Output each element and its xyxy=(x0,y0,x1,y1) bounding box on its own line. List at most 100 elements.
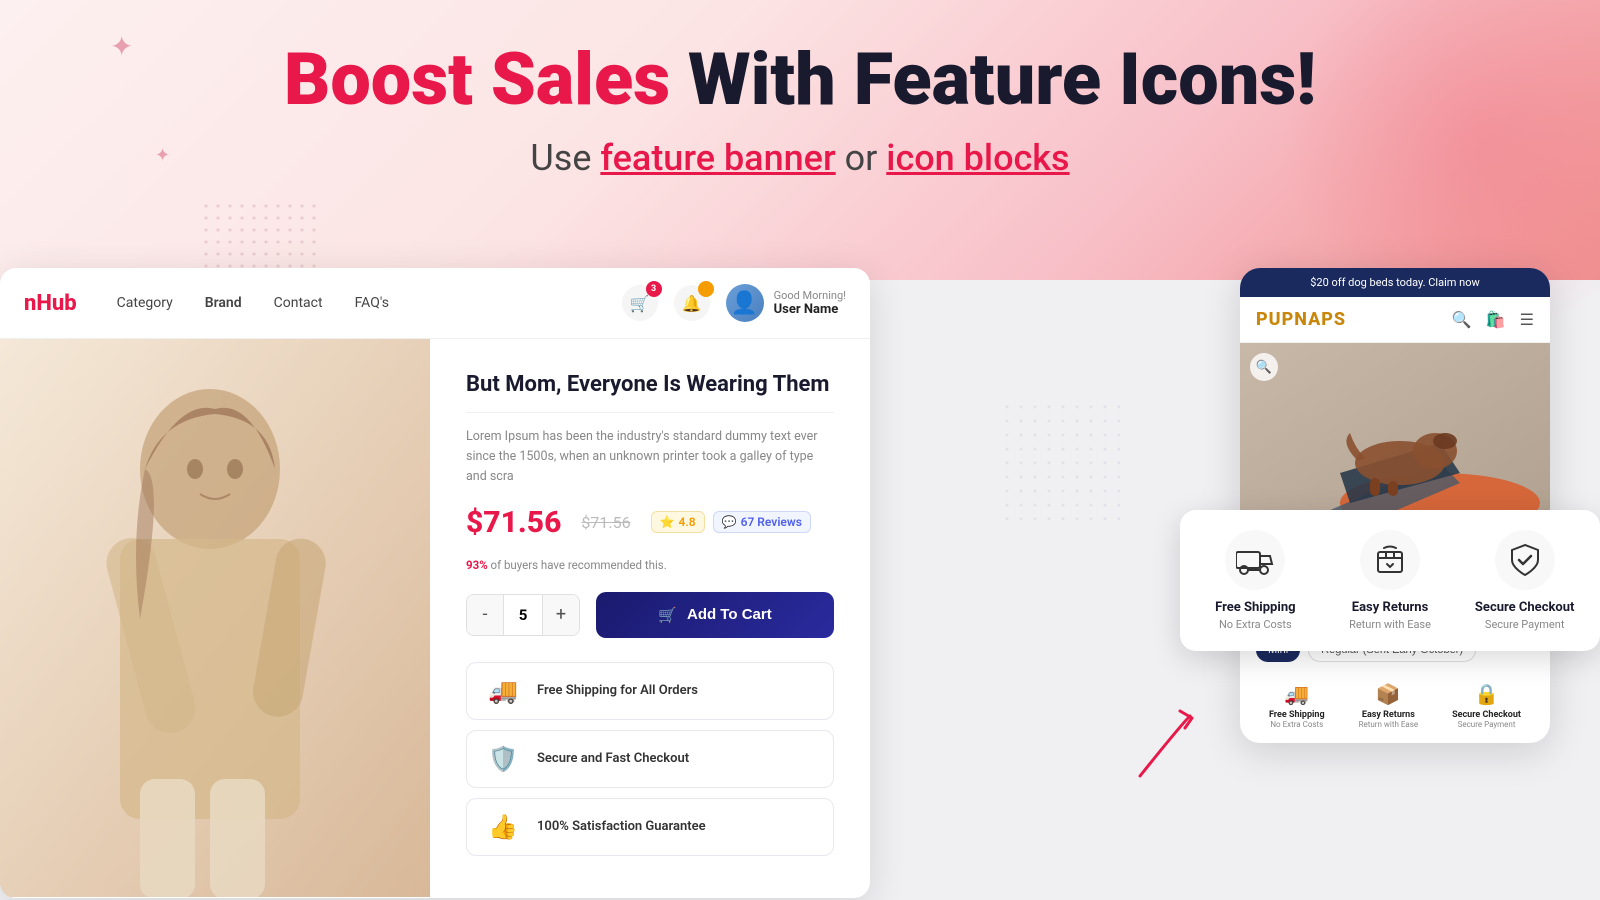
feat-shipping-title: Free Shipping xyxy=(1215,600,1295,615)
feature-item-shipping: 🚚 Free Shipping for All Orders xyxy=(466,662,834,720)
qty-control: - 5 + xyxy=(466,594,580,636)
cart-icon-wrap[interactable]: 🛒 3 xyxy=(622,285,658,321)
feature-item-checkout: 🛡️ Secure and Fast Checkout xyxy=(466,730,834,788)
mobile-logo: PUPNAPS xyxy=(1256,309,1346,330)
mobile-feat-secure: 🔒 Secure Checkout Secure Payment xyxy=(1452,682,1521,729)
nav-bar: nHub Category Brand Contact FAQ's 🛒 3 🔔 … xyxy=(0,268,870,339)
star-icon: ⭐ xyxy=(660,515,675,529)
nav-user: 👤 Good Morning! User Name xyxy=(726,284,846,322)
mobile-feat-shipping-title: Free Shipping xyxy=(1269,710,1325,720)
bell-icon: 🔔 xyxy=(682,294,702,313)
box-icon-svg xyxy=(1372,542,1408,578)
price-original: $71.56 xyxy=(581,513,630,532)
mobile-feat-shipping: 🚚 Free Shipping No Extra Costs xyxy=(1269,682,1325,729)
mobile-promo-bar: $20 off dog beds today. Claim now xyxy=(1240,268,1550,297)
icon-blocks-link[interactable]: icon blocks xyxy=(886,137,1069,179)
mobile-feat-row: 🚚 Free Shipping No Extra Costs 📦 Easy Re… xyxy=(1240,672,1550,743)
feat-returns-subtitle: Return with Ease xyxy=(1349,618,1431,631)
truck-icon-svg xyxy=(1236,544,1274,576)
qty-increase[interactable]: + xyxy=(543,595,579,635)
product-area: But Mom, Everyone Is Wearing Them Lorem … xyxy=(0,339,870,897)
price-row: $71.56 $71.56 ⭐ 4.8 💬 67 Reviews xyxy=(466,505,834,540)
mobile-secure-icon: 🔒 xyxy=(1474,682,1499,706)
title-red: Boost Sales xyxy=(284,37,670,122)
cart-badge: 3 xyxy=(646,281,662,297)
feat-shipping-icon-circle xyxy=(1225,530,1285,590)
checkout-icon: 🛡️ xyxy=(485,745,521,773)
product-title: But Mom, Everyone Is Wearing Them xyxy=(466,371,834,400)
guarantee-icon: 👍 xyxy=(485,813,521,841)
nav-links: Category Brand Contact FAQ's xyxy=(117,295,582,311)
bell-icon-wrap[interactable]: 🔔 xyxy=(674,285,710,321)
feat-col-shipping: Free Shipping No Extra Costs xyxy=(1198,530,1313,631)
rating-wrap: ⭐ 4.8 💬 67 Reviews xyxy=(651,511,811,533)
nav-link-brand[interactable]: Brand xyxy=(205,295,242,311)
feat-secure-icon-circle xyxy=(1495,530,1555,590)
feat-returns-title: Easy Returns xyxy=(1352,600,1428,615)
deco-dots-right xyxy=(1000,400,1120,520)
cart-icon-btn: 🛒 xyxy=(658,606,677,624)
mockup-desktop: nHub Category Brand Contact FAQ's 🛒 3 🔔 … xyxy=(0,268,870,898)
feat-col-secure: Secure Checkout Secure Payment xyxy=(1467,530,1582,631)
main-title: Boost Sales With Feature Icons! xyxy=(0,40,1600,119)
title-dark: With Feature Icons! xyxy=(688,37,1316,122)
mockup-mobile: $20 off dog beds today. Claim now PUPNAP… xyxy=(1240,268,1550,743)
qty-value: 5 xyxy=(503,595,543,635)
qty-decrease[interactable]: - xyxy=(467,595,503,635)
user-greeting: Good Morning! xyxy=(774,289,846,302)
feat-col-returns: Easy Returns Return with Ease xyxy=(1333,530,1448,631)
mobile-feat-returns-title: Easy Returns xyxy=(1362,710,1415,720)
mobile-feat-returns: 📦 Easy Returns Return with Ease xyxy=(1359,682,1419,729)
rating-value: 4.8 xyxy=(679,515,696,529)
mobile-search-icon[interactable]: 🔍 xyxy=(1452,310,1472,329)
price-current: $71.56 xyxy=(466,505,561,540)
mobile-shipping-icon: 🚚 xyxy=(1284,682,1309,706)
reviews-badge[interactable]: 💬 67 Reviews xyxy=(713,511,811,533)
zoom-button[interactable]: 🔍 xyxy=(1250,353,1278,381)
rating-badge: ⭐ 4.8 xyxy=(651,511,705,533)
header-section: Boost Sales With Feature Icons! Use feat… xyxy=(0,40,1600,179)
qty-row: - 5 + 🛒 Add To Cart xyxy=(466,592,834,638)
feature-guarantee-text: 100% Satisfaction Guarantee xyxy=(537,819,706,834)
arrow-decoration xyxy=(1120,706,1210,800)
nav-link-contact[interactable]: Contact xyxy=(274,295,323,311)
mobile-nav: PUPNAPS 🔍 🛍️ ☰ xyxy=(1240,297,1550,343)
nav-logo: nHub xyxy=(24,291,77,316)
recommend-text: 93% of buyers have recommended this. xyxy=(466,558,834,572)
feat-returns-icon-circle xyxy=(1360,530,1420,590)
chat-icon: 💬 xyxy=(722,515,737,529)
user-avatar: 👤 xyxy=(726,284,764,322)
product-image-person xyxy=(0,339,430,897)
mobile-nav-icons: 🔍 🛍️ ☰ xyxy=(1452,310,1534,329)
product-details: But Mom, Everyone Is Wearing Them Lorem … xyxy=(430,339,870,897)
feature-shipping-text: Free Shipping for All Orders xyxy=(537,683,698,698)
mobile-feat-secure-title: Secure Checkout xyxy=(1452,710,1521,720)
arrow-svg xyxy=(1120,706,1210,796)
nav-link-category[interactable]: Category xyxy=(117,295,173,311)
feature-banner-link[interactable]: feature banner xyxy=(600,137,835,179)
shield-check-icon-svg xyxy=(1508,542,1542,578)
reviews-count: 67 Reviews xyxy=(741,515,802,529)
mobile-bag-icon[interactable]: 🛍️ xyxy=(1486,310,1506,329)
product-desc: Lorem Ipsum has been the industry's stan… xyxy=(466,427,834,487)
person-svg xyxy=(0,339,430,897)
shipping-icon: 🚚 xyxy=(485,677,521,705)
divider-1 xyxy=(466,412,834,413)
user-info: Good Morning! User Name xyxy=(774,289,846,317)
mobile-feat-secure-sub: Secure Payment xyxy=(1458,720,1516,729)
feat-secure-title: Secure Checkout xyxy=(1475,600,1575,615)
cart-icon: 🛒 xyxy=(630,294,650,313)
mobile-returns-icon: 📦 xyxy=(1376,682,1401,706)
nav-right: 🛒 3 🔔 👤 Good Morning! User Name xyxy=(622,284,846,322)
feature-checkout-text: Secure and Fast Checkout xyxy=(537,751,689,766)
add-to-cart-button[interactable]: 🛒 Add To Cart xyxy=(596,592,834,638)
feature-item-guarantee: 👍 100% Satisfaction Guarantee xyxy=(466,798,834,856)
bell-badge xyxy=(698,281,714,297)
product-image xyxy=(0,339,430,897)
nav-link-faqs[interactable]: FAQ's xyxy=(355,295,389,311)
add-to-cart-label: Add To Cart xyxy=(687,606,772,623)
mobile-feat-returns-sub: Return with Ease xyxy=(1359,720,1419,729)
subtitle: Use feature banner or icon blocks xyxy=(0,137,1600,179)
mobile-menu-icon[interactable]: ☰ xyxy=(1520,310,1534,329)
feat-shipping-subtitle: No Extra Costs xyxy=(1219,618,1292,631)
